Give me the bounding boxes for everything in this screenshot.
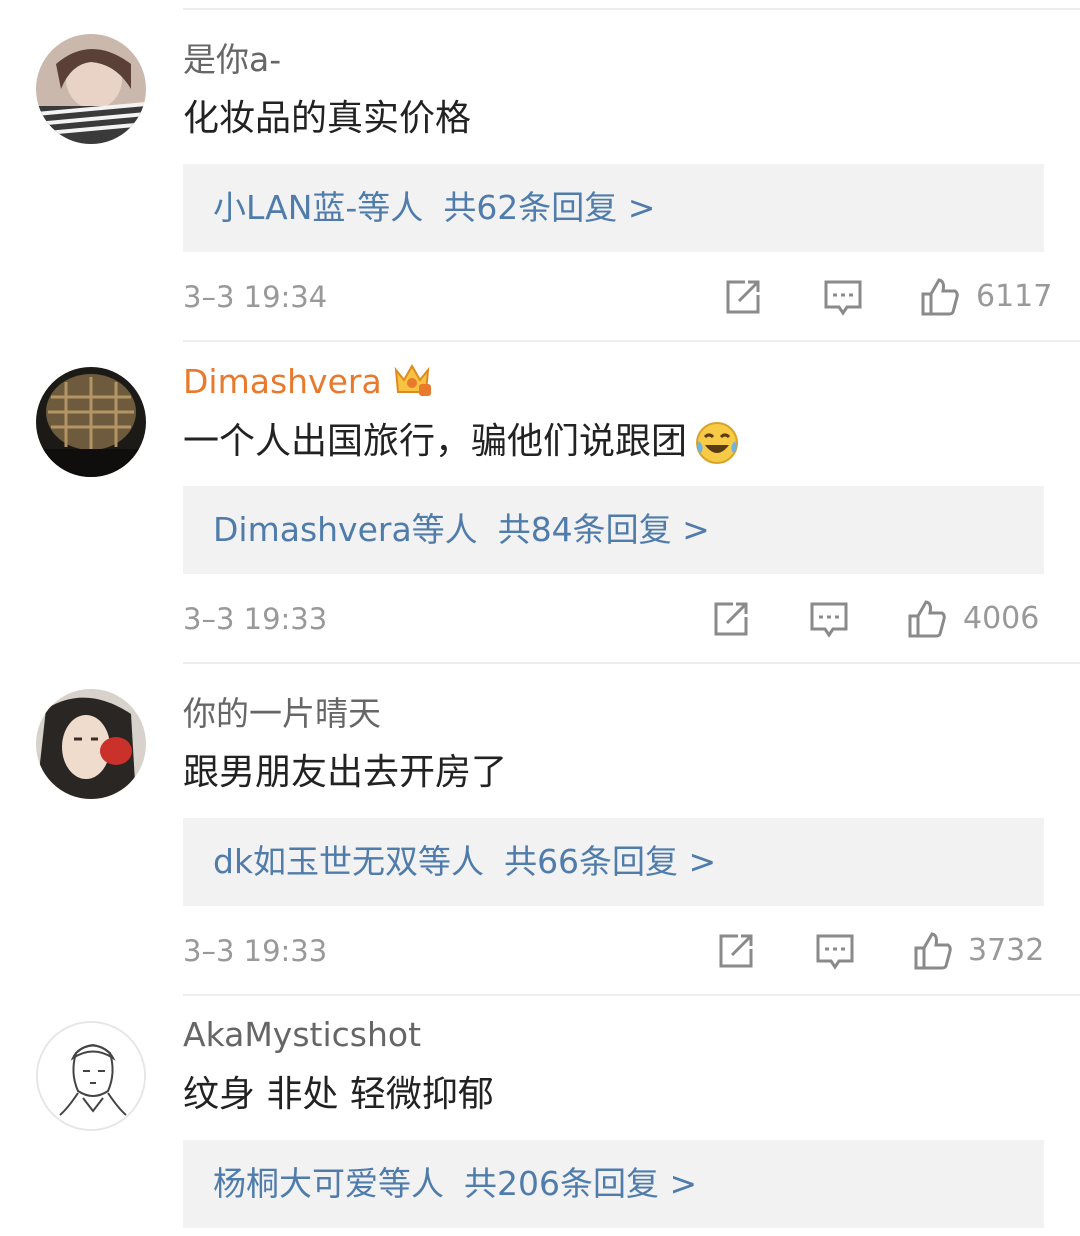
avatar[interactable] xyxy=(36,1021,146,1131)
like-count: 6117 xyxy=(976,279,1053,314)
comment-icon[interactable] xyxy=(823,277,863,317)
share-icon[interactable] xyxy=(716,931,756,971)
like-icon[interactable] xyxy=(907,599,947,639)
reply-count: 共66条回复 > xyxy=(504,842,717,881)
like-icon[interactable] xyxy=(920,277,960,317)
comment-text: 化妆品的真实价格 xyxy=(183,98,472,139)
reply-summary[interactable]: Dimashvera等人 共84条回复 > xyxy=(213,508,710,552)
username[interactable]: 是你a- xyxy=(183,40,281,80)
divider xyxy=(183,994,1080,996)
username[interactable]: Dimashvera xyxy=(183,362,382,402)
avatar[interactable] xyxy=(36,689,146,799)
reply-count: 共84条回复 > xyxy=(497,510,710,549)
divider xyxy=(183,662,1080,664)
reply-summary[interactable]: 杨桐大可爱等人 共206条回复 > xyxy=(213,1162,697,1206)
reply-summary[interactable]: 小LAN蓝-等人 共62条回复 > xyxy=(213,186,655,230)
comment-icon[interactable] xyxy=(815,931,855,971)
comment-text: 纹身 非处 轻微抑郁 xyxy=(183,1074,494,1115)
reply-names: dk如玉世无双等人 xyxy=(213,842,485,881)
like-count: 4006 xyxy=(963,601,1040,636)
reply-count: 共206条回复 > xyxy=(464,1164,698,1203)
reply-box[interactable]: 小LAN蓝-等人 共62条回复 > xyxy=(183,164,1044,252)
comment-text: 一个人出国旅行，骗他们说跟团 xyxy=(183,419,741,467)
reply-count: 共62条回复 > xyxy=(443,188,656,227)
comment-text: 跟男朋友出去开房了 xyxy=(183,752,508,793)
reply-names: 杨桐大可爱等人 xyxy=(213,1164,444,1203)
comment-icon[interactable] xyxy=(809,599,849,639)
reply-names: 小LAN蓝-等人 xyxy=(213,188,424,227)
like-count: 3732 xyxy=(968,933,1045,968)
laughing-crying-emoji xyxy=(696,422,739,464)
divider xyxy=(183,340,1080,342)
comment-text-content: 一个人出国旅行，骗他们说跟团 xyxy=(183,421,688,462)
timestamp: 3–3 19:34 xyxy=(183,280,328,314)
crown-icon xyxy=(394,363,431,396)
share-icon[interactable] xyxy=(723,277,763,317)
top-divider xyxy=(183,8,1080,10)
like-icon[interactable] xyxy=(913,931,953,971)
share-icon[interactable] xyxy=(711,599,751,639)
reply-box[interactable]: 杨桐大可爱等人 共206条回复 > xyxy=(183,1140,1044,1228)
reply-box[interactable]: Dimashvera等人 共84条回复 > xyxy=(183,486,1044,574)
avatar[interactable] xyxy=(36,34,146,144)
username[interactable]: 你的一片晴天 xyxy=(183,694,381,734)
avatar[interactable] xyxy=(36,367,146,477)
username[interactable]: AkaMysticshot xyxy=(183,1015,421,1055)
reply-summary[interactable]: dk如玉世无双等人 共66条回复 > xyxy=(213,840,716,884)
reply-names: Dimashvera等人 xyxy=(213,510,478,549)
timestamp: 3–3 19:33 xyxy=(183,934,328,968)
reply-box[interactable]: dk如玉世无双等人 共66条回复 > xyxy=(183,818,1044,906)
timestamp: 3–3 19:33 xyxy=(183,602,328,636)
